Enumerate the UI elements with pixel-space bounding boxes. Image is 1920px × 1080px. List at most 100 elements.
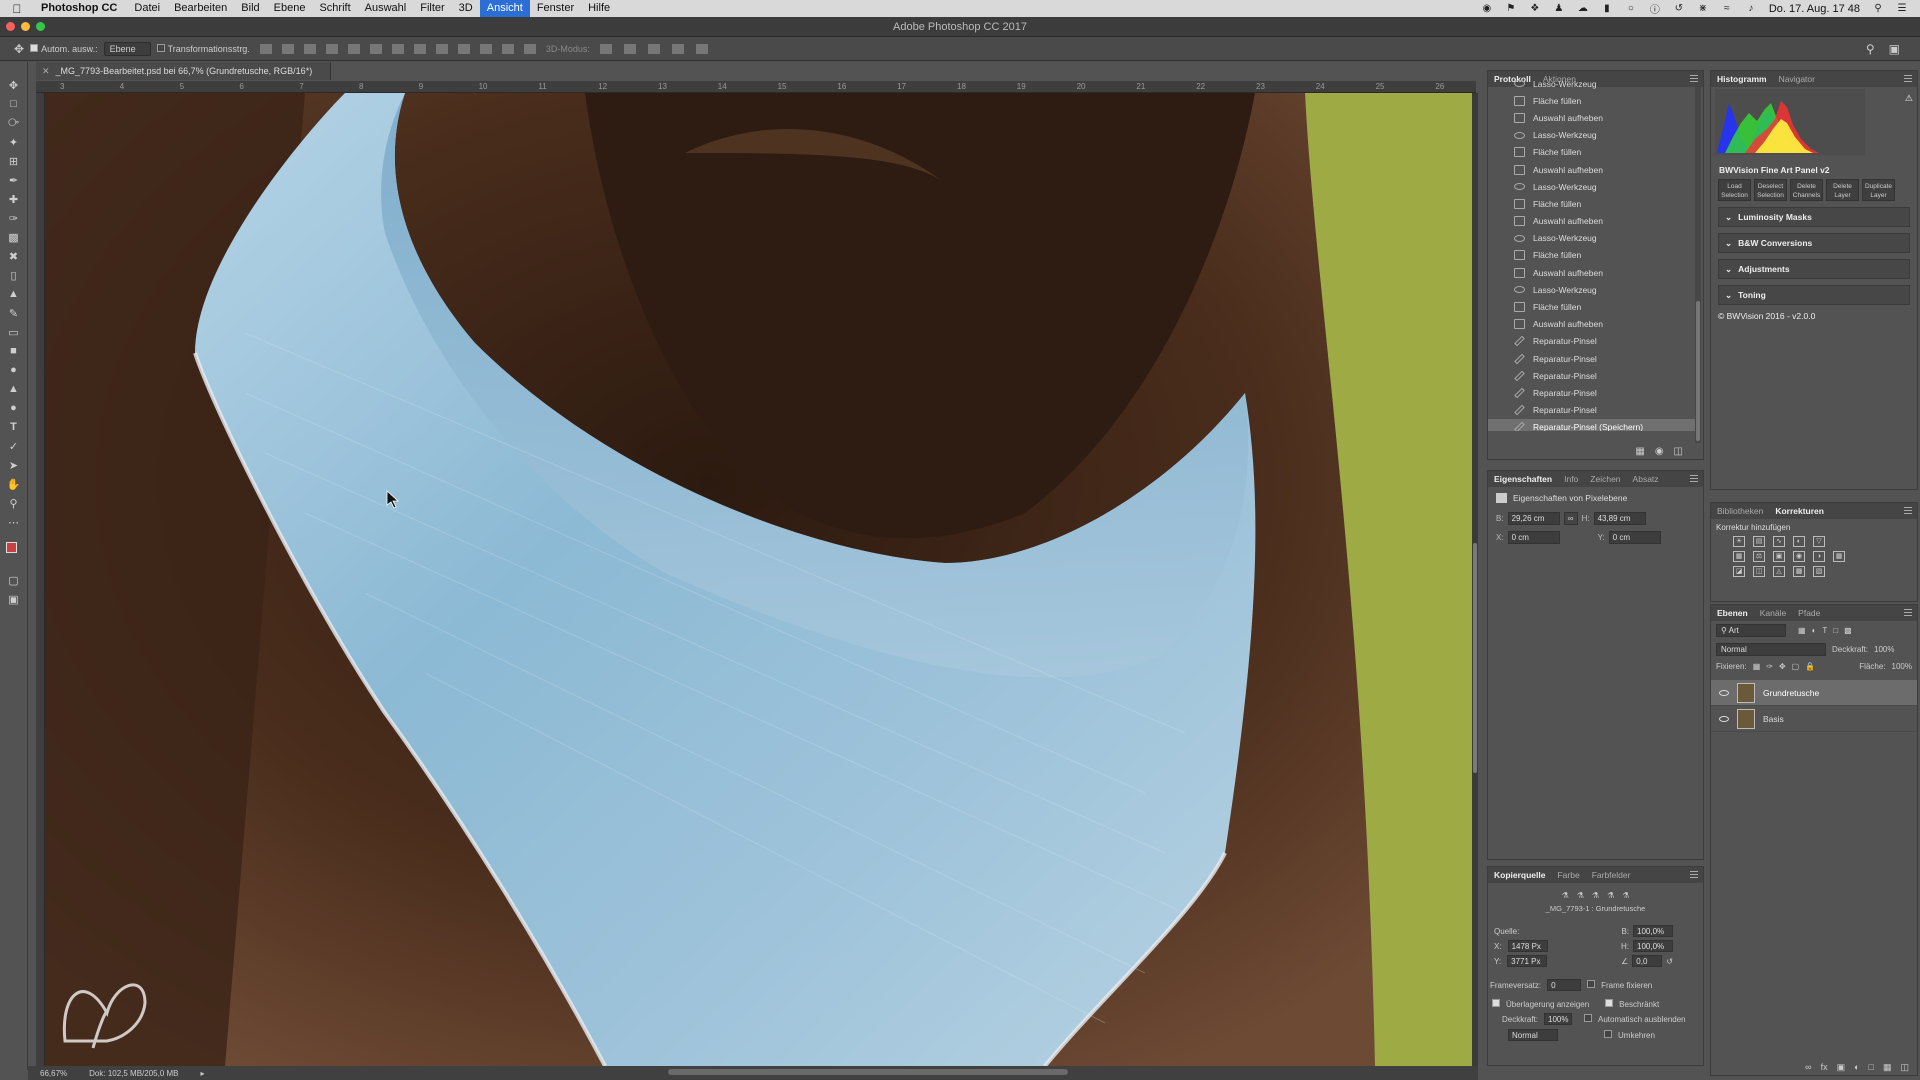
- transform-controls-checkbox[interactable]: Transformationsstrg.: [156, 43, 250, 54]
- menu-schrift[interactable]: Schrift: [312, 0, 357, 17]
- layer-opacity-field[interactable]: 100%: [1874, 645, 1894, 654]
- color-swatches-icon[interactable]: [4, 540, 24, 560]
- layer-row-basis[interactable]: Basis: [1711, 706, 1917, 732]
- lock-artboard-icon[interactable]: ▢: [1792, 662, 1800, 671]
- frame-offset-field[interactable]: 0: [1547, 979, 1582, 991]
- quick-mask-icon[interactable]: ▢: [7, 573, 21, 587]
- clone-stamp-tool-icon[interactable]: ▩: [7, 230, 21, 244]
- history-item[interactable]: Reparatur-Pinsel: [1488, 367, 1696, 384]
- path-selection-tool-icon[interactable]: ➤: [7, 458, 21, 472]
- dropbox-icon[interactable]: ❖: [1529, 3, 1541, 15]
- user-icon[interactable]: ♟: [1553, 3, 1565, 15]
- history-item[interactable]: Reparatur-Pinsel (Speichern): [1488, 418, 1696, 431]
- visibility-eye-icon[interactable]: [1719, 715, 1729, 722]
- filter-smart-icon[interactable]: ▩: [1844, 626, 1852, 635]
- workspace-icon[interactable]: ▣: [1889, 42, 1900, 56]
- invert-icon[interactable]: ◪: [1733, 566, 1745, 577]
- section-adjustments[interactable]: ⌄ Adjustments: [1718, 259, 1910, 279]
- history-item[interactable]: Lasso-Werkzeug: [1488, 127, 1696, 144]
- tab-farbfelder[interactable]: Farbfelder: [1592, 870, 1631, 880]
- tab-eigenschaften[interactable]: Eigenschaften: [1494, 474, 1552, 484]
- brush-tool-icon[interactable]: ✑: [7, 211, 21, 225]
- link-layers-icon[interactable]: ∞: [1805, 1062, 1811, 1072]
- black-white-icon[interactable]: ▣: [1773, 551, 1785, 562]
- duplicate-layer-button[interactable]: Duplicate Layer: [1862, 179, 1895, 201]
- frame-lock-checkbox[interactable]: [1587, 980, 1596, 990]
- clone-source-2-icon[interactable]: ⚗: [1577, 891, 1584, 900]
- history-item[interactable]: Lasso-Werkzeug: [1488, 178, 1696, 195]
- volume-icon[interactable]: ♪: [1745, 3, 1757, 15]
- tab-zeichen[interactable]: Zeichen: [1590, 474, 1620, 484]
- filter-pixel-icon[interactable]: ▦: [1798, 626, 1806, 635]
- move-tool-icon[interactable]: ✥: [14, 42, 24, 56]
- filter-type-icon[interactable]: T: [1822, 626, 1827, 635]
- distribute-bottom-icon[interactable]: [435, 43, 448, 54]
- history-item[interactable]: Reparatur-Pinsel: [1488, 402, 1696, 419]
- marquee-tool-icon[interactable]: □: [7, 97, 21, 111]
- y-field[interactable]: 0 cm: [1608, 531, 1661, 544]
- document-canvas[interactable]: [45, 93, 1472, 1066]
- history-item[interactable]: Fläche füllen: [1488, 144, 1696, 161]
- delete-layer-button[interactable]: Delete Layer: [1826, 179, 1859, 201]
- document-size[interactable]: Dok: 102,5 MB/205,0 MB: [89, 1069, 178, 1078]
- lock-transparency-icon[interactable]: ▦: [1753, 662, 1761, 671]
- menu-bild[interactable]: Bild: [234, 0, 266, 17]
- source-x-field[interactable]: 1478 Px: [1507, 940, 1548, 952]
- selective-color-icon[interactable]: ▧: [1813, 566, 1825, 577]
- crop-tool-icon[interactable]: ⊞: [7, 154, 21, 168]
- link-icon[interactable]: ∞: [1563, 512, 1578, 525]
- record-icon[interactable]: ◉: [1481, 3, 1493, 15]
- clone-source-4-icon[interactable]: ⚗: [1607, 891, 1614, 900]
- history-item[interactable]: Fläche füllen: [1488, 92, 1696, 109]
- cloud-icon[interactable]: ☁: [1577, 3, 1589, 15]
- align-hcenter-icon[interactable]: [347, 43, 360, 54]
- overlay-opacity-field[interactable]: 100%: [1544, 1013, 1573, 1025]
- tab-bibliotheken[interactable]: Bibliotheken: [1717, 506, 1763, 516]
- color-lookup-icon[interactable]: ▦: [1833, 551, 1845, 562]
- battery-icon[interactable]: ▮: [1601, 3, 1613, 15]
- distribute-right-icon[interactable]: [501, 43, 514, 54]
- 3d-pan-icon[interactable]: [647, 43, 660, 54]
- deselect-selection-button[interactable]: Deselect Selection: [1754, 179, 1787, 201]
- gradient-map-icon[interactable]: ▩: [1793, 566, 1805, 577]
- align-top-icon[interactable]: [259, 43, 272, 54]
- brightness-contrast-icon[interactable]: ☀: [1733, 536, 1745, 547]
- clipped-checkbox[interactable]: [1605, 999, 1614, 1009]
- show-overlay-checkbox[interactable]: [1492, 999, 1500, 1009]
- tab-info[interactable]: Info: [1564, 474, 1578, 484]
- menu-app[interactable]: Photoshop CC: [34, 0, 127, 17]
- horizontal-ruler[interactable]: 3 4 5 6 7 8 9 10 11 12 13 14 15 16 17 18 19 20 21 22 23 24 25 2…: [36, 81, 1476, 93]
- zoom-tool-icon[interactable]: ⚲: [7, 496, 21, 510]
- tab-ebenen[interactable]: Ebenen: [1717, 608, 1748, 618]
- distribute-vcenter-icon[interactable]: [413, 43, 426, 54]
- threshold-icon[interactable]: ◬: [1773, 566, 1785, 577]
- history-scrollbar[interactable]: [1695, 87, 1701, 443]
- close-window-icon[interactable]: [6, 22, 15, 31]
- apple-icon[interactable]: : [0, 2, 34, 16]
- menu-hilfe[interactable]: Hilfe: [581, 0, 617, 17]
- history-item[interactable]: Reparatur-Pinsel: [1488, 384, 1696, 401]
- eyedropper-tool-icon[interactable]: ✒: [7, 173, 21, 187]
- align-bottom-icon[interactable]: [303, 43, 316, 54]
- menu-datei[interactable]: Datei: [127, 0, 167, 17]
- new-adjustment-layer-icon[interactable]: ◐: [1854, 1062, 1859, 1072]
- history-item[interactable]: Auswahl aufheben: [1488, 109, 1696, 126]
- tab-farbe[interactable]: Farbe: [1557, 870, 1579, 880]
- clone-source-3-icon[interactable]: ⚗: [1592, 891, 1599, 900]
- section-luminosity-masks[interactable]: ⌄ Luminosity Masks: [1718, 207, 1910, 227]
- zoom-window-icon[interactable]: [36, 22, 45, 31]
- history-item[interactable]: Auswahl aufheben: [1488, 316, 1696, 333]
- 3d-slide-icon[interactable]: [671, 43, 684, 54]
- posterize-icon[interactable]: ◫: [1753, 566, 1765, 577]
- section-toning[interactable]: ⌄ Toning: [1718, 285, 1910, 305]
- dodge-tool-icon[interactable]: ▲: [7, 382, 21, 396]
- filter-adjustment-icon[interactable]: ◐: [1812, 626, 1817, 635]
- magic-wand-tool-icon[interactable]: ✦: [7, 135, 21, 149]
- distribute-left-icon[interactable]: [457, 43, 470, 54]
- lasso-tool-icon[interactable]: ⧂: [7, 116, 21, 130]
- tab-navigator[interactable]: Navigator: [1779, 74, 1815, 84]
- new-group-icon[interactable]: □: [1869, 1062, 1874, 1072]
- width-field[interactable]: 29,26 cm: [1507, 512, 1560, 525]
- lock-position-icon[interactable]: ✥: [1779, 662, 1786, 671]
- lock-all-icon[interactable]: 🔒: [1805, 662, 1815, 671]
